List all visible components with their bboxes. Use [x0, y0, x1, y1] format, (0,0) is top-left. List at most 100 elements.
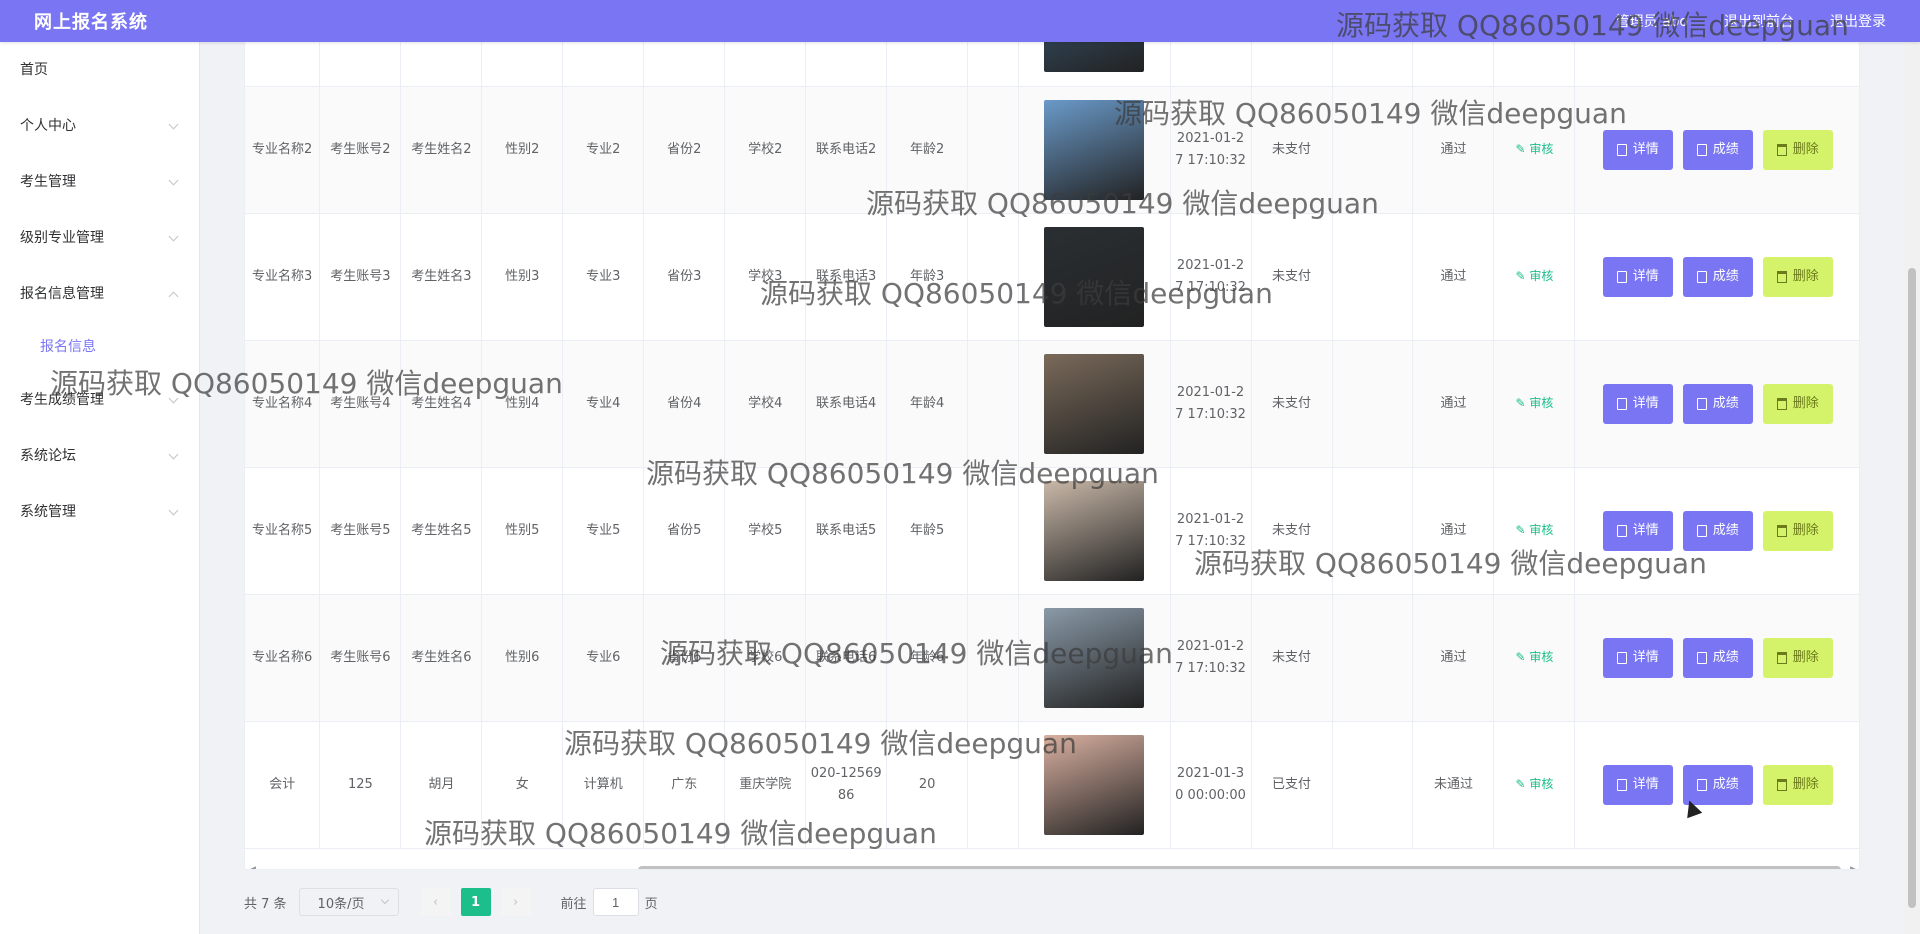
cell-payment: 未支付 — [1251, 467, 1333, 595]
avatar-photo — [1044, 480, 1145, 581]
cell-gender: 性别5 — [481, 467, 564, 595]
cell-payment: 未支付 — [1251, 340, 1333, 468]
score-button[interactable]: 成绩 — [1682, 129, 1753, 170]
cell-photo — [1018, 467, 1171, 595]
scroll-right-icon[interactable]: ▶ — [1850, 865, 1857, 869]
top-bar: 网上报名系统 管理员 abo 退出到前台 退出登录 — [0, 0, 1920, 42]
detail-button[interactable]: 详情 — [1602, 764, 1673, 805]
delete-button[interactable]: 删除 — [1762, 129, 1833, 170]
trash-icon — [1776, 143, 1787, 156]
cell-photo — [1018, 213, 1171, 341]
sidebar-item-profile[interactable]: 个人中心 — [0, 98, 199, 154]
page-size-select[interactable]: 10条/页 — [298, 888, 399, 916]
vertical-scroll-thumb[interactable] — [1908, 268, 1916, 908]
cell-school: 重庆学院 — [724, 721, 807, 849]
cell-photo — [1018, 721, 1171, 849]
cell-name: 胡月 — [400, 721, 483, 849]
cell-exam — [1332, 86, 1414, 214]
trash-icon — [1776, 778, 1787, 791]
cell-payment: 未支付 — [1251, 594, 1333, 722]
document-icon — [1696, 651, 1707, 664]
delete-button[interactable]: 删除 — [1762, 637, 1833, 678]
sidebar-item-system[interactable]: 系统管理 — [0, 484, 199, 540]
sidebar-item-examinee[interactable]: 考生管理 — [0, 154, 199, 210]
cell-name: 考生姓名6 — [400, 594, 483, 722]
next-page-button[interactable]: › — [500, 888, 531, 916]
delete-button[interactable]: 删除 — [1762, 383, 1833, 424]
sidebar-item-scores[interactable]: 考生成绩管理 — [0, 372, 199, 428]
audit-link[interactable]: ✎ 审核 — [1515, 269, 1553, 283]
vertical-scrollbar[interactable] — [1904, 42, 1920, 934]
scroll-left-icon[interactable]: ◀ — [249, 865, 256, 869]
cell-major-name: 会计 — [245, 721, 321, 849]
edit-icon: ✎ — [1515, 777, 1526, 791]
horizontal-scrollbar[interactable]: ◀ ▶ — [245, 863, 1859, 869]
chevron-down-icon — [168, 393, 179, 403]
edit-icon: ✎ — [1515, 523, 1526, 537]
cell-name: 考生姓名5 — [400, 467, 483, 595]
cell-major-name: 专业名称2 — [245, 86, 321, 214]
avatar-photo — [1044, 353, 1145, 454]
table-row: 专业名称6 考生账号6 考生姓名6 性别6 专业6 省份6 学校6 联系电话6 年龄6 2021-… — [245, 594, 1859, 722]
table-row: 专业名称5 考生账号5 考生姓名5 性别5 专业5 省份5 学校5 联系电话5 年龄5 2021-… — [245, 467, 1859, 595]
sidebar-item-level-major[interactable]: 级别专业管理 — [0, 210, 199, 266]
detail-button[interactable]: 详情 — [1602, 637, 1673, 678]
cell-actions: 详情成绩删除 — [1574, 721, 1859, 849]
delete-button[interactable]: 删除 — [1762, 256, 1833, 297]
back-to-front-link[interactable]: 退出到前台 — [1724, 11, 1794, 31]
cell-major: 专业4 — [562, 340, 645, 468]
detail-button[interactable]: 详情 — [1602, 510, 1673, 551]
scroll-thumb[interactable] — [638, 866, 1841, 869]
table-row: 专业名称3 考生账号3 考生姓名3 性别3 专业3 省份3 学校3 联系电话3 年龄3 2021-… — [245, 213, 1859, 341]
audit-link[interactable]: ✎ 审核 — [1515, 396, 1553, 410]
audit-link[interactable]: ✎ 审核 — [1515, 650, 1553, 664]
page-number-current[interactable]: 1 — [460, 888, 491, 916]
prev-page-button[interactable]: ‹ — [420, 888, 451, 916]
cell-gender: 女 — [481, 721, 564, 849]
avatar-photo — [1044, 607, 1145, 708]
document-icon — [1616, 524, 1627, 537]
chevron-down-icon — [168, 175, 179, 185]
logout-link[interactable]: 退出登录 — [1830, 11, 1886, 31]
cell-audit: ✎ 审核 — [1493, 86, 1576, 214]
delete-button[interactable]: 删除 — [1762, 510, 1833, 551]
table-row: 会计 125 胡月女计算机 广东 重庆学院 020-1256986 20 2021-01-30… — [245, 721, 1859, 849]
chevron-up-icon — [168, 291, 179, 301]
cell-account: 考生账号3 — [319, 213, 402, 341]
sidebar-item-home[interactable]: 首页 — [0, 42, 199, 98]
edit-icon: ✎ — [1515, 269, 1526, 283]
cell-age: 年龄5 — [886, 467, 969, 595]
audit-link[interactable]: ✎ 审核 — [1515, 523, 1553, 537]
cell-school: 学校4 — [724, 340, 807, 468]
score-button[interactable]: 成绩 — [1682, 637, 1753, 678]
document-icon — [1616, 270, 1627, 283]
cell-account: 125 — [319, 721, 402, 849]
detail-button[interactable]: 详情 — [1602, 256, 1673, 297]
cell-school: 学校5 — [724, 467, 807, 595]
sidebar-subitem-registration-info[interactable]: 报名信息 — [0, 322, 199, 372]
cell-account: 考生账号2 — [319, 86, 402, 214]
cell-exam — [1332, 467, 1414, 595]
chevron-down-icon — [168, 119, 179, 129]
top-right-links: 管理员 abo 退出到前台 退出登录 — [1616, 11, 1886, 31]
audit-link[interactable]: ✎ 审核 — [1515, 777, 1553, 791]
main-content: 11110:32详情成绩删除专业名称2考生账号2考生姓名2性别2专业2省份2学校… — [244, 0, 1860, 934]
score-button[interactable]: 成绩 — [1682, 510, 1753, 551]
cell-time: 2021-01-27 17:10:32 — [1170, 213, 1252, 341]
sidebar-item-forum[interactable]: 系统论坛 — [0, 428, 199, 484]
delete-button[interactable]: 删除 — [1762, 764, 1833, 805]
score-button[interactable]: 成绩 — [1682, 256, 1753, 297]
audit-link[interactable]: ✎ 审核 — [1515, 142, 1553, 156]
detail-button[interactable]: 详情 — [1602, 383, 1673, 424]
cell-name: 考生姓名4 — [400, 340, 483, 468]
score-button[interactable]: 成绩 — [1682, 383, 1753, 424]
goto-page-input[interactable] — [592, 888, 639, 916]
cell-time: 2021-01-27 17:10:32 — [1170, 86, 1252, 214]
cell-empty — [967, 340, 1019, 468]
trash-icon — [1776, 524, 1787, 537]
sidebar-item-registration[interactable]: 报名信息管理 — [0, 266, 199, 322]
detail-button[interactable]: 详情 — [1602, 129, 1673, 170]
edit-icon: ✎ — [1515, 142, 1526, 156]
cell-photo — [1018, 594, 1171, 722]
cell-phone: 联系电话4 — [805, 340, 888, 468]
